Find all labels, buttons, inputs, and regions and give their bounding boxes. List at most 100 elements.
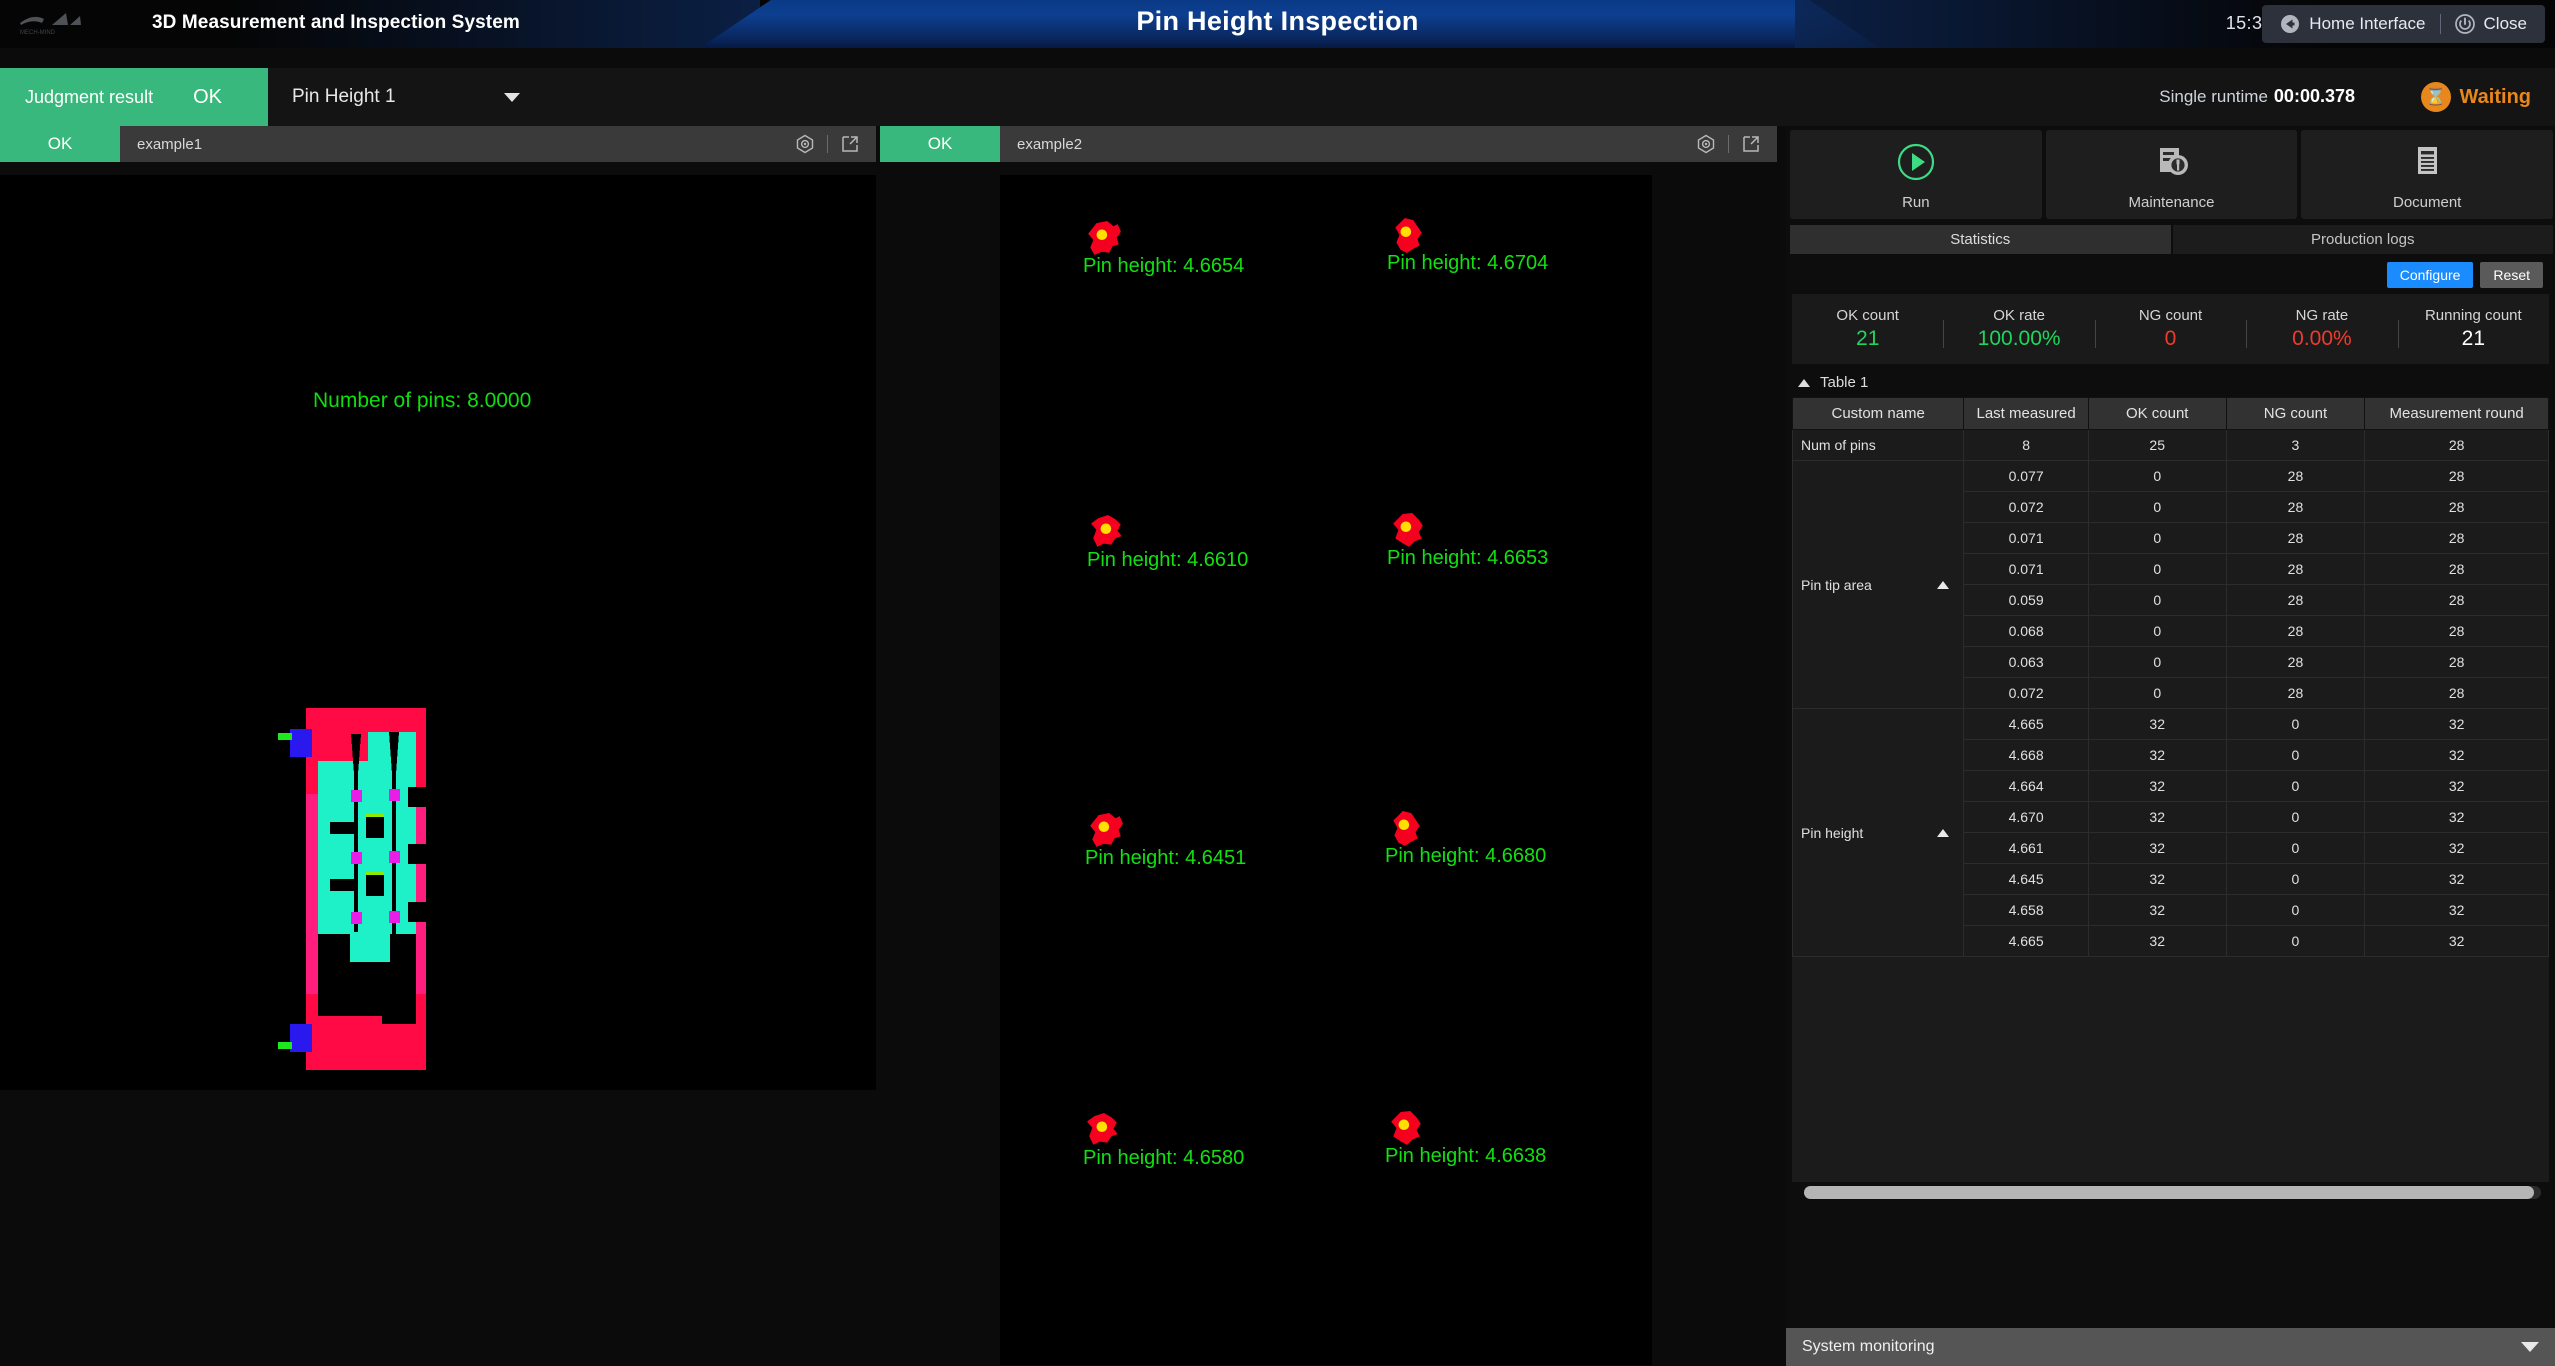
column-header: OK count [2088,398,2226,430]
cell-ok-count: 25 [2088,430,2226,461]
depth-map-canvas[interactable]: Number of pins: 8.0000 [0,349,876,1089]
system-monitoring-bar[interactable]: System monitoring [1786,1328,2555,1366]
cell-last-measured: 8 [1964,430,2088,461]
group-name-wrapper: Pin tip area [1801,577,1963,593]
document-icon [2404,139,2450,185]
configure-button[interactable]: Configure [2387,262,2474,288]
panel-1-status-badge: OK [0,126,120,162]
cell-ok-count: 0 [2088,523,2226,554]
chevron-down-icon [504,93,520,102]
home-interface-label: Home Interface [2309,14,2425,34]
table-horizontal-scrollbar[interactable] [1804,1186,2541,1199]
job-select-dropdown[interactable]: Pin Height 1 [284,78,532,116]
single-runtime-label: Single runtime [2159,87,2268,106]
cell-ok-count: 0 [2088,616,2226,647]
cell-last-measured: 0.071 [1964,523,2088,554]
external-link-icon[interactable] [840,134,860,154]
run-button[interactable]: Run [1790,130,2042,219]
row-group-name[interactable]: Pin height [1793,709,1964,957]
target-settings-icon[interactable] [795,134,815,154]
triangle-up-icon[interactable] [1937,829,1949,837]
pin-height-label: Pin height: 4.6580 [1083,1147,1244,1170]
stat-value: 21 [2462,327,2485,351]
cell-measurement-rounds: 32 [2365,864,2549,895]
target-settings-icon[interactable] [1696,134,1716,154]
table-row[interactable]: Pin tip area0.07702828 [1793,461,2549,492]
cell-last-measured: 0.072 [1964,678,2088,709]
chevron-down-icon [2521,1342,2539,1352]
table-body: Num of pins825328Pin tip area0.077028280… [1793,430,2549,957]
panel-2-icon-divider [1728,135,1729,153]
cell-ng-count: 0 [2226,864,2365,895]
cell-ng-count: 28 [2226,616,2365,647]
judgment-result-value: OK [193,86,222,109]
maintenance-button[interactable]: Maintenance [2046,130,2298,219]
panel-2-status-badge: OK [880,126,1000,162]
cell-ok-count: 32 [2088,926,2226,957]
panel-header-2: OK example2 [880,126,1777,162]
power-icon [2455,14,2475,34]
maintenance-button-label: Maintenance [2129,194,2215,211]
group-name-wrapper: Pin height [1801,825,1963,841]
pin-height-label: Pin height: 4.6704 [1387,252,1548,275]
cell-ng-count: 28 [2226,554,2365,585]
cell-ok-count: 32 [2088,833,2226,864]
cell-last-measured: 0.072 [1964,492,2088,523]
stat-label: NG count [2139,307,2202,324]
triangle-up-icon[interactable] [1937,581,1949,589]
row-group-name[interactable]: Pin tip area [1793,461,1964,709]
cell-ok-count: 0 [2088,492,2226,523]
back-arrow-icon [2280,14,2300,34]
stat-value: 0 [2165,327,2177,351]
cell-ng-count: 0 [2226,709,2365,740]
tab-production-logs[interactable]: Production logs [2173,225,2554,254]
cell-measurement-rounds: 28 [2365,523,2549,554]
statistics-table: Custom nameLast measuredOK countNG count… [1792,397,2549,957]
cell-last-measured: 0.077 [1964,461,2088,492]
statistics-summary: OK count21OK rate100.00%NG count0NG rate… [1792,294,2549,364]
stat-value: 21 [1856,327,1879,351]
cell-measurement-rounds: 32 [2365,926,2549,957]
table-row[interactable]: Pin height4.66532032 [1793,709,2549,740]
cell-ok-count: 32 [2088,864,2226,895]
group-name-label: Pin tip area [1801,577,1872,593]
viewport-right[interactable]: Pin height: 4.6654Pin height: 4.6704Pin … [1000,175,1652,1365]
table-collapse-toggle[interactable]: Table 1 [1792,374,2549,397]
application-window: MECH-MIND 3D Measurement and Inspection … [0,0,2555,1366]
close-button[interactable]: Close [2451,14,2531,34]
stat-cell-ng-rate: NG rate0.00% [2246,294,2397,364]
play-circle-icon [1893,139,1939,185]
single-runtime-value: 00:00.378 [2274,86,2355,106]
cell-last-measured: 4.670 [1964,802,2088,833]
external-link-icon[interactable] [1741,134,1761,154]
cell-measurement-rounds: 32 [2365,895,2549,926]
home-interface-button[interactable]: Home Interface [2276,14,2429,34]
pin-blob-icon [1390,513,1426,549]
action-buttons: Run Maintenance [1786,126,2555,219]
cell-last-measured: 4.661 [1964,833,2088,864]
column-header: Measurement round [2365,398,2549,430]
cell-measurement-rounds: 32 [2365,771,2549,802]
pin-blob-icon [1390,218,1426,254]
cell-ok-count: 32 [2088,740,2226,771]
panel-1-icons [795,134,876,154]
job-select-value: Pin Height 1 [292,86,396,108]
close-label: Close [2484,14,2527,34]
reset-button[interactable]: Reset [2480,262,2543,288]
cell-last-measured: 4.664 [1964,771,2088,802]
cell-last-measured: 4.658 [1964,895,2088,926]
cell-ng-count: 28 [2226,523,2365,554]
viewport-left[interactable]: Number of pins: 8.0000 [0,175,876,1090]
cell-measurement-rounds: 32 [2365,833,2549,864]
table-row[interactable]: Num of pins825328 [1793,430,2549,461]
cell-ok-count: 32 [2088,802,2226,833]
panel-2-name: example2 [1017,136,1082,153]
stat-label: OK rate [1993,307,2045,324]
document-button[interactable]: Document [2301,130,2553,219]
tab-statistics[interactable]: Statistics [1790,225,2171,254]
num-of-pins-overlay-label: Number of pins: 8.0000 [313,389,531,413]
cell-measurement-rounds: 28 [2365,461,2549,492]
pin-height-label: Pin height: 4.6451 [1085,847,1246,870]
scrollbar-thumb[interactable] [1804,1186,2534,1199]
page-title: Pin Height Inspection [0,6,2555,37]
